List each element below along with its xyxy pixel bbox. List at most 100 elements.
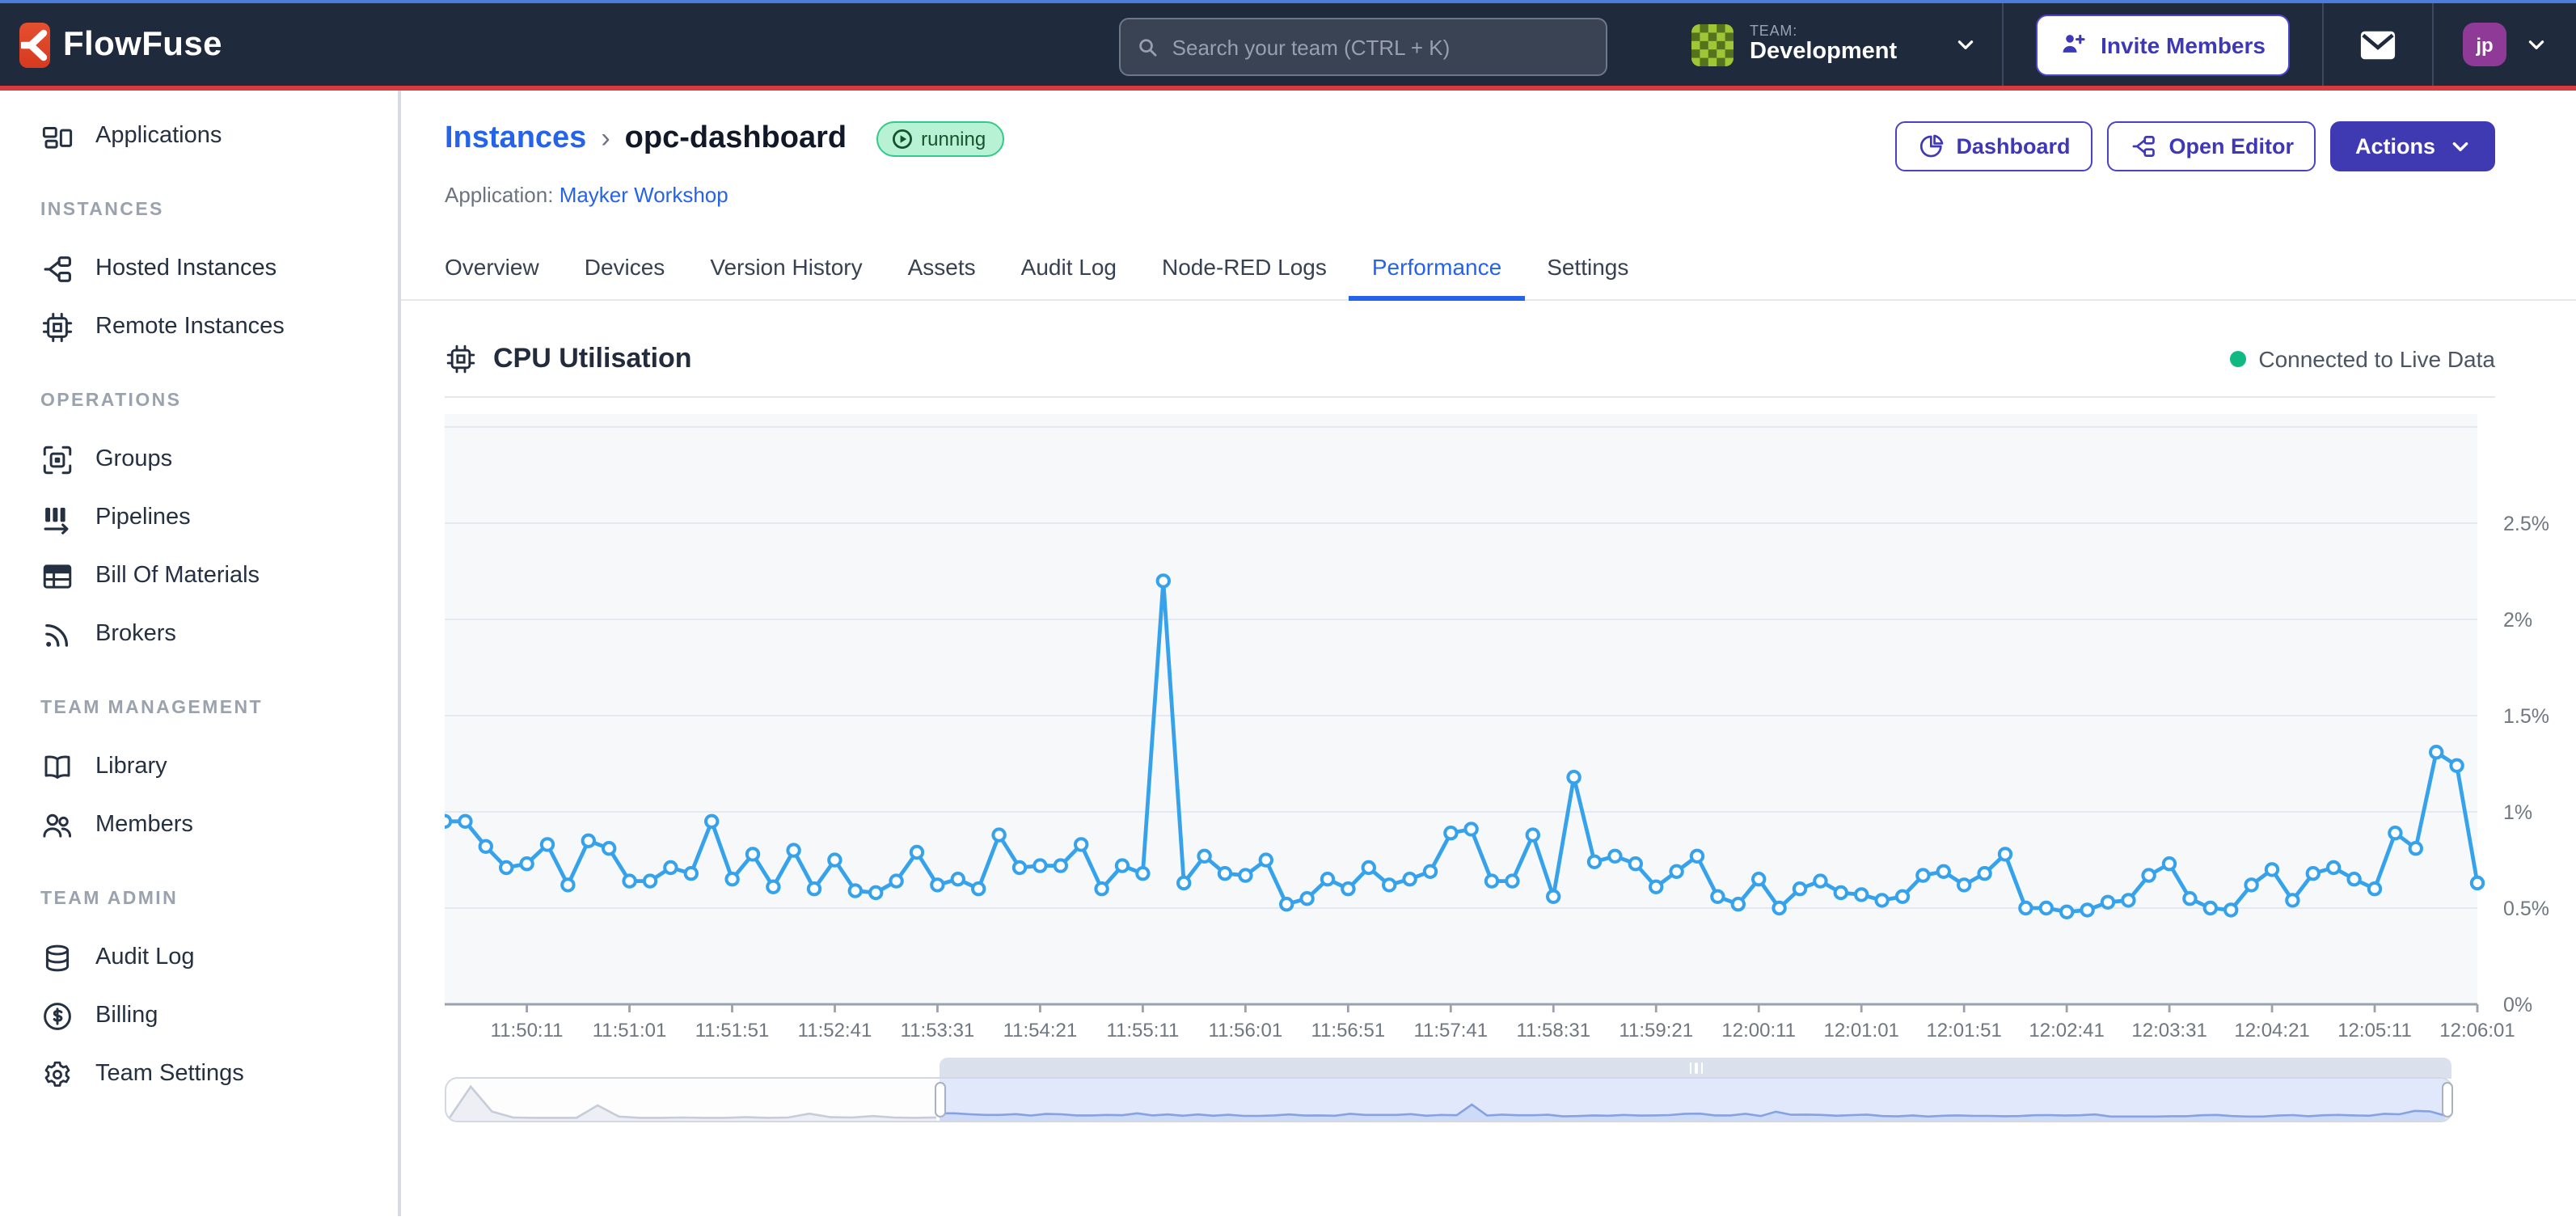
- data-point[interactable]: [931, 879, 943, 890]
- data-point[interactable]: [2308, 868, 2319, 879]
- data-point[interactable]: [726, 873, 737, 885]
- tab-version-history[interactable]: Version History: [687, 239, 885, 301]
- data-point[interactable]: [603, 843, 614, 854]
- data-point[interactable]: [1096, 883, 1107, 894]
- data-point[interactable]: [2389, 827, 2401, 839]
- data-point[interactable]: [1425, 866, 1436, 877]
- data-point[interactable]: [850, 885, 861, 896]
- data-point[interactable]: [1281, 898, 1292, 910]
- data-point[interactable]: [1917, 869, 1928, 881]
- data-point[interactable]: [583, 835, 594, 847]
- search-input[interactable]: [1172, 35, 1590, 59]
- tab-performance[interactable]: Performance: [1349, 239, 1524, 301]
- sidebar-item-hosted-instances[interactable]: Hosted Instances: [0, 239, 398, 298]
- brush-selection-strip[interactable]: [940, 1058, 2451, 1079]
- data-point[interactable]: [1301, 893, 1312, 904]
- data-point[interactable]: [1261, 854, 1272, 865]
- data-point[interactable]: [973, 883, 984, 894]
- data-point[interactable]: [2041, 902, 2052, 914]
- data-point[interactable]: [1198, 851, 1210, 862]
- data-point[interactable]: [2348, 873, 2359, 885]
- data-point[interactable]: [911, 847, 923, 858]
- data-point[interactable]: [1938, 866, 1949, 877]
- data-point[interactable]: [1548, 891, 1559, 902]
- data-point[interactable]: [1383, 879, 1395, 890]
- data-point[interactable]: [1363, 862, 1375, 873]
- data-point[interactable]: [1876, 894, 1887, 906]
- data-point[interactable]: [829, 854, 840, 865]
- data-point[interactable]: [1219, 868, 1231, 879]
- data-point[interactable]: [2102, 897, 2114, 908]
- data-point[interactable]: [1897, 891, 1908, 902]
- data-point[interactable]: [2184, 893, 2195, 904]
- data-point[interactable]: [809, 883, 820, 894]
- data-point[interactable]: [1034, 860, 1045, 871]
- data-point[interactable]: [1712, 891, 1723, 902]
- data-point[interactable]: [2143, 869, 2154, 881]
- dashboard-button[interactable]: Dashboard: [1894, 121, 2092, 171]
- data-point[interactable]: [890, 875, 902, 886]
- tab-assets[interactable]: Assets: [885, 239, 999, 301]
- brush-left-handle[interactable]: [934, 1082, 945, 1117]
- data-point[interactable]: [1117, 860, 1128, 871]
- data-point[interactable]: [2225, 904, 2236, 915]
- data-point[interactable]: [459, 816, 471, 827]
- breadcrumb-instances-link[interactable]: Instances: [445, 121, 586, 157]
- data-point[interactable]: [2020, 902, 2031, 914]
- data-point[interactable]: [2451, 760, 2462, 771]
- data-point[interactable]: [1137, 868, 1148, 879]
- data-point[interactable]: [1835, 887, 1847, 898]
- data-point[interactable]: [686, 868, 697, 879]
- data-point[interactable]: [1794, 883, 1805, 894]
- brush-grip-icon[interactable]: [1689, 1063, 1703, 1074]
- sidebar-item-members[interactable]: Members: [0, 796, 398, 854]
- data-point[interactable]: [1445, 827, 1456, 839]
- data-point[interactable]: [993, 829, 1004, 840]
- notifications-button[interactable]: [2324, 28, 2432, 61]
- brush-right-handle[interactable]: [2442, 1082, 2453, 1117]
- data-point[interactable]: [2122, 894, 2134, 906]
- data-point[interactable]: [1568, 771, 1579, 783]
- data-point[interactable]: [500, 862, 512, 873]
- invite-members-button[interactable]: Invite Members: [2036, 14, 2290, 75]
- data-point[interactable]: [1178, 877, 1189, 889]
- data-point[interactable]: [2164, 858, 2175, 869]
- open-editor-button[interactable]: Open Editor: [2107, 121, 2316, 171]
- sidebar-item-library[interactable]: Library: [0, 737, 398, 796]
- data-point[interactable]: [1486, 875, 1497, 886]
- sidebar-item-billing[interactable]: Billing: [0, 987, 398, 1045]
- actions-button[interactable]: Actions: [2331, 121, 2495, 171]
- team-search[interactable]: [1119, 18, 1607, 76]
- sidebar-item-pipelines[interactable]: Pipelines: [0, 488, 398, 547]
- data-point[interactable]: [2000, 848, 2011, 860]
- data-point[interactable]: [2245, 879, 2257, 890]
- data-point[interactable]: [1527, 829, 1539, 840]
- tab-settings[interactable]: Settings: [1524, 239, 1651, 301]
- data-point[interactable]: [2287, 894, 2298, 906]
- data-point[interactable]: [1753, 873, 1764, 885]
- data-point[interactable]: [1404, 873, 1415, 885]
- data-point[interactable]: [1670, 866, 1682, 877]
- flowfuse-logo[interactable]: [19, 22, 50, 67]
- tab-node-red-logs[interactable]: Node-RED Logs: [1139, 239, 1349, 301]
- data-point[interactable]: [1733, 898, 1744, 910]
- data-point[interactable]: [1650, 881, 1662, 893]
- application-link[interactable]: Mayker Workshop: [560, 183, 728, 207]
- data-point[interactable]: [2430, 746, 2442, 758]
- user-menu[interactable]: jp: [2434, 23, 2576, 66]
- team-selector[interactable]: TEAM: Development: [1669, 3, 2002, 86]
- tab-audit-log[interactable]: Audit Log: [999, 239, 1139, 301]
- data-point[interactable]: [521, 858, 532, 869]
- data-point[interactable]: [767, 881, 779, 893]
- data-point[interactable]: [870, 887, 881, 898]
- data-point[interactable]: [2369, 883, 2380, 894]
- data-point[interactable]: [1506, 875, 1518, 886]
- data-point[interactable]: [445, 816, 450, 827]
- data-point[interactable]: [1589, 856, 1600, 868]
- data-point[interactable]: [644, 875, 656, 886]
- data-point[interactable]: [2410, 843, 2422, 854]
- data-point[interactable]: [1465, 823, 1476, 834]
- data-point[interactable]: [706, 816, 717, 827]
- brush-track[interactable]: [445, 1077, 2453, 1122]
- data-point[interactable]: [1014, 862, 1025, 873]
